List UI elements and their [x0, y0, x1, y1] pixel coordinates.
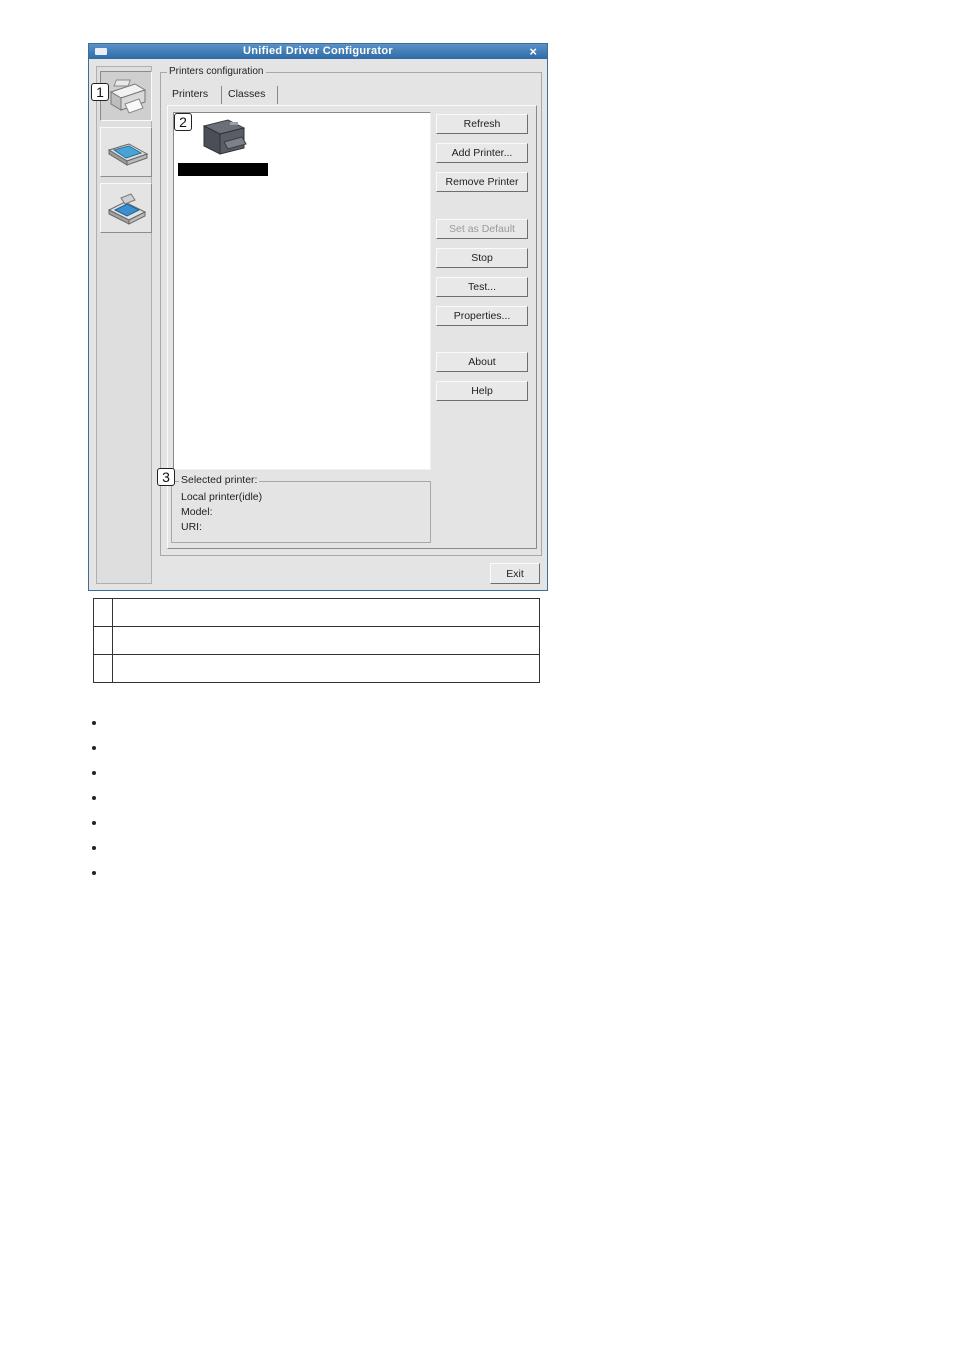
exit-button[interactable]: Exit	[490, 563, 540, 584]
selected-printer-uri: URI:	[181, 521, 202, 533]
callout-1: 1	[91, 83, 109, 101]
tab-divider	[277, 86, 278, 104]
callout-2: 2	[174, 113, 192, 131]
printer-icon	[109, 79, 147, 114]
add-printer-button[interactable]: Add Printer...	[436, 143, 528, 163]
properties-button[interactable]: Properties...	[436, 306, 528, 326]
set-as-default-button[interactable]: Set as Default	[436, 219, 528, 239]
printers-configuration-label: Printers configuration	[167, 66, 266, 77]
tab-classes[interactable]: Classes	[222, 84, 271, 104]
scanner-icon	[107, 143, 149, 166]
port-icon	[107, 193, 147, 225]
table-row	[93, 598, 540, 627]
tab-printers[interactable]: Printers	[166, 84, 214, 104]
stop-button[interactable]: Stop	[436, 248, 528, 268]
about-button[interactable]: About	[436, 352, 528, 372]
printer-name-label	[178, 163, 268, 176]
config-sidebar	[96, 66, 152, 584]
help-button[interactable]: Help	[436, 381, 528, 401]
title-bar[interactable]: Unified Driver Configurator ×	[89, 44, 547, 59]
callout-legend-table	[93, 598, 540, 683]
printer-list[interactable]	[173, 112, 431, 470]
test-button[interactable]: Test...	[436, 277, 528, 297]
table-row	[93, 654, 540, 683]
window-title: Unified Driver Configurator	[243, 45, 393, 57]
unified-driver-configurator-window: Unified Driver Configurator × Printers c…	[88, 43, 548, 591]
refresh-button[interactable]: Refresh	[436, 114, 528, 134]
selected-printer-status: Local printer(idle)	[181, 491, 263, 503]
callout-3: 3	[157, 468, 175, 486]
selected-printer-model: Model:	[181, 506, 213, 518]
selected-printer-label: Selected printer:	[179, 474, 260, 486]
printer-device-icon	[202, 119, 247, 155]
close-icon[interactable]: ×	[529, 44, 537, 59]
sidebar-item-ports-config[interactable]	[100, 183, 152, 233]
remove-printer-button[interactable]: Remove Printer	[436, 172, 528, 192]
sidebar-item-scanners-config[interactable]	[100, 127, 152, 177]
table-row	[93, 626, 540, 655]
